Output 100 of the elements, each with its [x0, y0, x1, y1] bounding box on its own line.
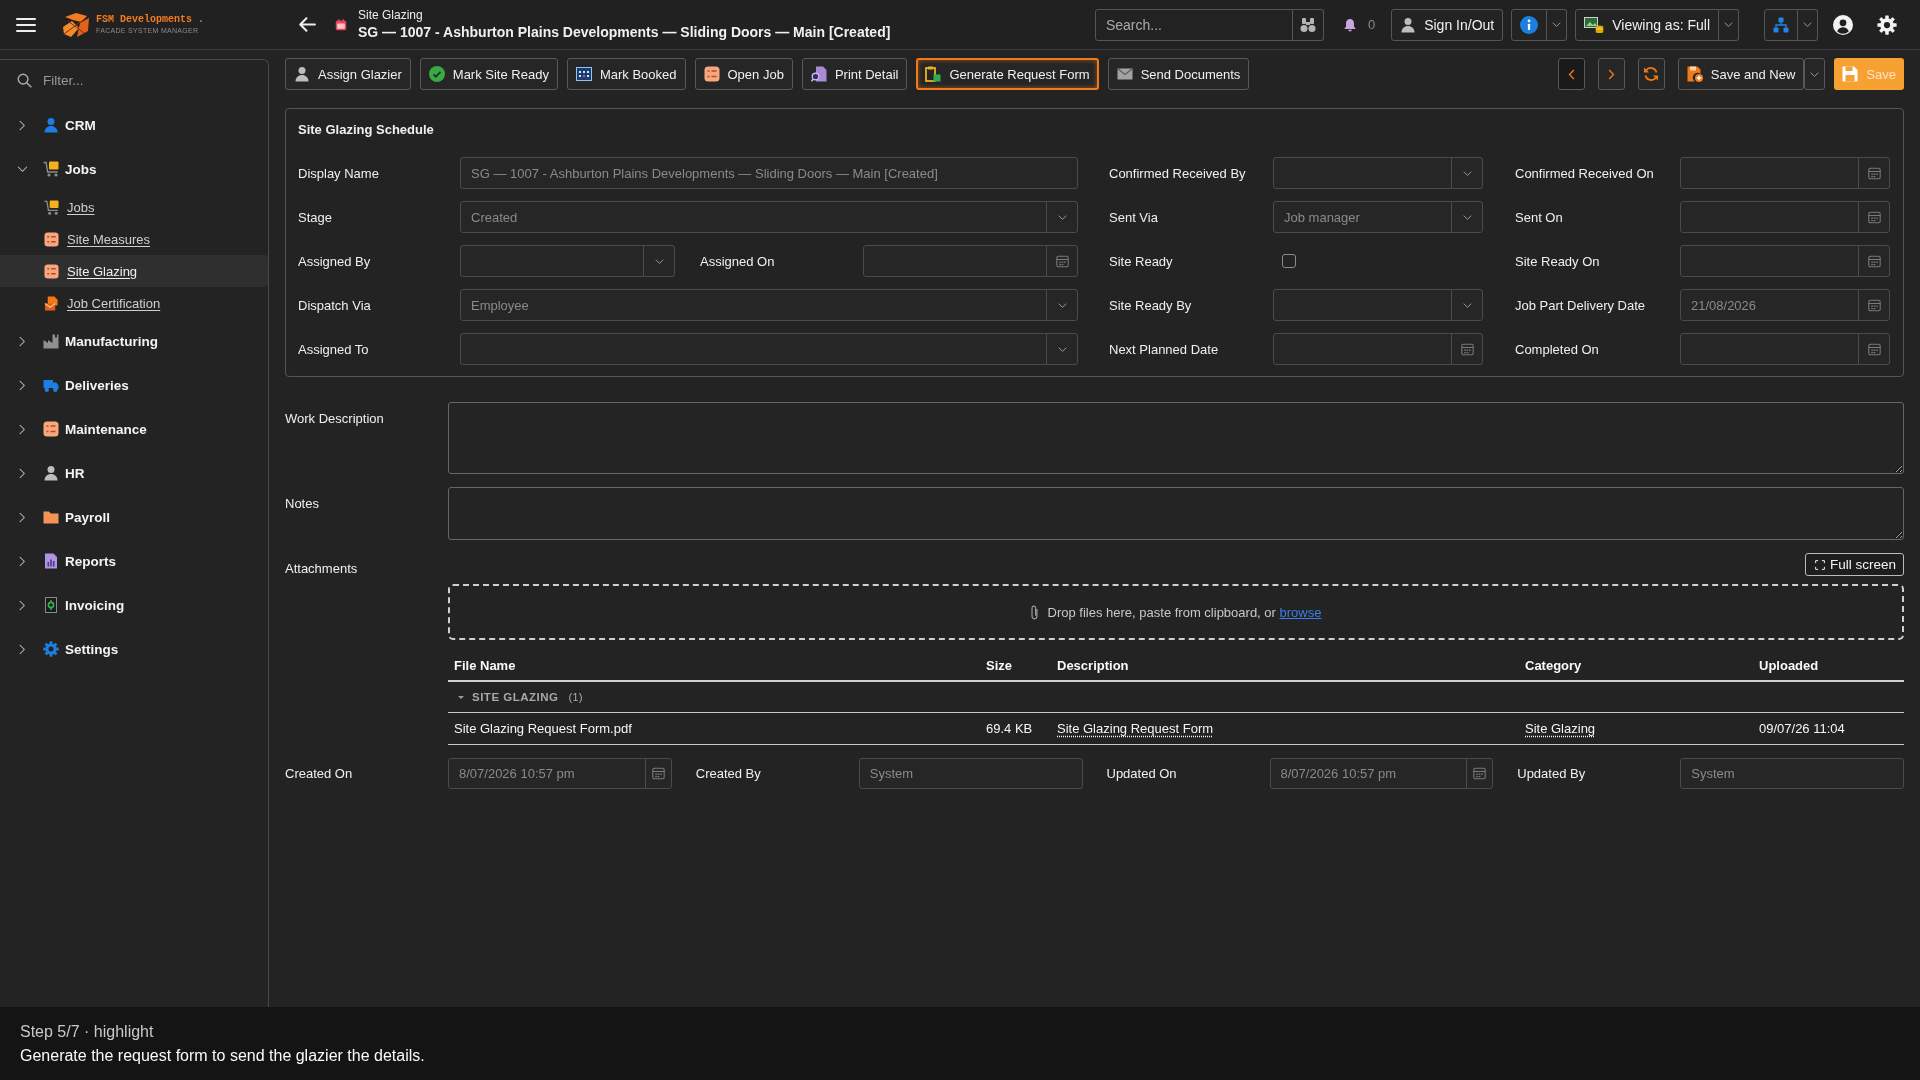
dropdown-field[interactable]: Created — [460, 201, 1078, 233]
dropdown-field[interactable] — [1273, 289, 1483, 321]
info-button[interactable] — [1511, 8, 1548, 41]
date-field[interactable] — [1680, 333, 1890, 365]
dropdown-field[interactable] — [460, 333, 1078, 365]
nav-item[interactable]: Invoicing — [0, 583, 268, 627]
column-header[interactable]: Description — [1051, 657, 1519, 673]
drop-zone[interactable]: Drop files here, paste from clipboard, or browse — [448, 584, 1904, 640]
toolbar-button[interactable]: Mark Site Ready — [419, 58, 558, 90]
previous-button[interactable] — [1557, 58, 1585, 90]
viewing-button[interactable]: Viewing as: Full — [1575, 8, 1719, 41]
date-field[interactable]: 21/08/2026 — [1680, 289, 1890, 321]
text-field[interactable]: System — [1680, 758, 1904, 789]
dropdown-field[interactable]: Employee — [460, 289, 1078, 321]
caret-down-icon[interactable] — [458, 695, 464, 699]
nav-item[interactable]: Maintenance — [0, 407, 268, 451]
table-cell-text: 69.4 KB — [985, 721, 1034, 736]
column-header[interactable]: Size — [980, 657, 1051, 673]
dropdown-field[interactable] — [460, 245, 675, 277]
menu-icon[interactable] — [16, 16, 36, 33]
refresh-button[interactable] — [1637, 58, 1665, 90]
calendar-icon — [1867, 254, 1881, 268]
field-label: Confirmed Received By — [1109, 165, 1247, 181]
text-field[interactable]: System — [858, 758, 1083, 789]
calendar-icon — [1460, 342, 1474, 356]
filter-field[interactable]: Filter... — [43, 60, 268, 100]
dropdown-button[interactable] — [1798, 8, 1818, 41]
date-field[interactable] — [1680, 245, 1890, 277]
dropdown-field[interactable] — [1273, 157, 1483, 189]
hierarchy-button[interactable] — [1764, 8, 1798, 41]
save-and-new-button[interactable]: Save and New — [1677, 58, 1805, 90]
text-area[interactable] — [448, 487, 1904, 540]
toolbar-button[interactable]: Print Detail — [801, 58, 908, 90]
search-field[interactable]: Search... — [1094, 8, 1293, 41]
logo-icon — [62, 11, 90, 38]
browse-link[interactable]: browse — [1279, 604, 1322, 620]
nav-subitem[interactable]: Job Certification — [0, 287, 268, 319]
document-envelope-icon — [44, 295, 59, 311]
nav-item[interactable]: Deliveries — [0, 363, 268, 407]
dropdown-button[interactable] — [1804, 58, 1826, 90]
field-label: Confirmed Received On — [1515, 165, 1655, 181]
caret-icon — [1462, 214, 1472, 220]
date-field[interactable]: 8/07/2026 10:57 pm — [448, 758, 672, 789]
bell-icon[interactable] — [1342, 17, 1357, 32]
refresh-icon — [1643, 66, 1660, 82]
date-field[interactable]: 8/07/2026 10:57 pm — [1269, 758, 1494, 789]
toolbar-button[interactable]: Assign Glazier — [285, 58, 411, 90]
account-icon[interactable] — [1833, 14, 1853, 35]
settings-icon[interactable] — [1877, 14, 1897, 35]
date-field[interactable] — [1680, 157, 1890, 189]
nav-item[interactable]: HR — [0, 451, 268, 495]
nav-subitem[interactable]: Site Glazing — [0, 255, 268, 287]
document-chart-icon — [43, 553, 59, 569]
text-area[interactable] — [448, 402, 1904, 474]
full-screen-button[interactable]: Full screen — [1804, 553, 1904, 576]
table-link[interactable]: Site Glazing — [1525, 721, 1596, 736]
field-label: Sent On — [1515, 209, 1564, 225]
toolbar-button[interactable]: Send Documents — [1107, 58, 1250, 90]
dropdown-button[interactable] — [1719, 8, 1739, 41]
column-header[interactable]: Category — [1519, 657, 1753, 673]
tutorial-message: Generate the request form to send the glazier the details. — [20, 1046, 426, 1065]
info-icon — [1520, 15, 1539, 34]
date-field[interactable] — [1273, 333, 1483, 365]
toolbar-button[interactable]: Mark Booked — [566, 58, 686, 90]
nav-item[interactable]: Reports — [0, 539, 268, 583]
calendar-icon — [1867, 342, 1881, 356]
field-label: Site Ready On — [1515, 253, 1601, 269]
calendar-icon — [575, 66, 592, 82]
nav-subitem[interactable]: Jobs — [0, 191, 268, 223]
column-header[interactable]: Uploaded — [1753, 657, 1904, 673]
text-field[interactable]: SG — 1007 - Ashburton Plains Developments — Sliding Doors — Main [Created] — [460, 157, 1078, 189]
calendar-icon — [1473, 767, 1487, 780]
nav-item[interactable]: Jobs — [0, 147, 268, 191]
toolbar-button[interactable]: Open Job — [694, 58, 793, 90]
field-label: Updated On — [1106, 766, 1178, 781]
nav-item[interactable]: Manufacturing — [0, 319, 268, 363]
logo-text: FSM Developments . — [96, 14, 205, 26]
date-field[interactable] — [1680, 201, 1890, 233]
nav-item[interactable]: CRM — [0, 103, 268, 147]
nav-subitem[interactable]: Site Measures — [0, 223, 268, 255]
field-label: Completed On — [1515, 341, 1600, 357]
nav-item[interactable]: Settings — [0, 627, 268, 671]
toolbar-button[interactable]: Generate Request Form — [916, 58, 1099, 90]
group-label: SITE GLAZING — [472, 691, 559, 703]
dropdown-field[interactable]: Job manager — [1273, 201, 1483, 233]
search-button[interactable] — [1292, 8, 1324, 41]
date-field[interactable] — [863, 245, 1078, 277]
sign-in-button[interactable]: Sign In/Out — [1391, 8, 1504, 41]
floppy-plus-icon — [1686, 66, 1703, 82]
caret-icon — [1552, 22, 1562, 27]
dropdown-button[interactable] — [1547, 8, 1568, 41]
next-button[interactable] — [1597, 58, 1625, 90]
field-label: Dispatch Via — [298, 297, 372, 313]
caret-icon — [1057, 214, 1067, 220]
table-link[interactable]: Site Glazing Request Form — [1057, 721, 1214, 736]
breadcrumb-text: Site Glazing — [358, 8, 424, 22]
column-header[interactable]: File Name — [448, 657, 980, 673]
checkbox[interactable] — [1282, 254, 1296, 268]
nav-item[interactable]: Payroll — [0, 495, 268, 539]
back-arrow-icon[interactable] — [298, 17, 316, 32]
